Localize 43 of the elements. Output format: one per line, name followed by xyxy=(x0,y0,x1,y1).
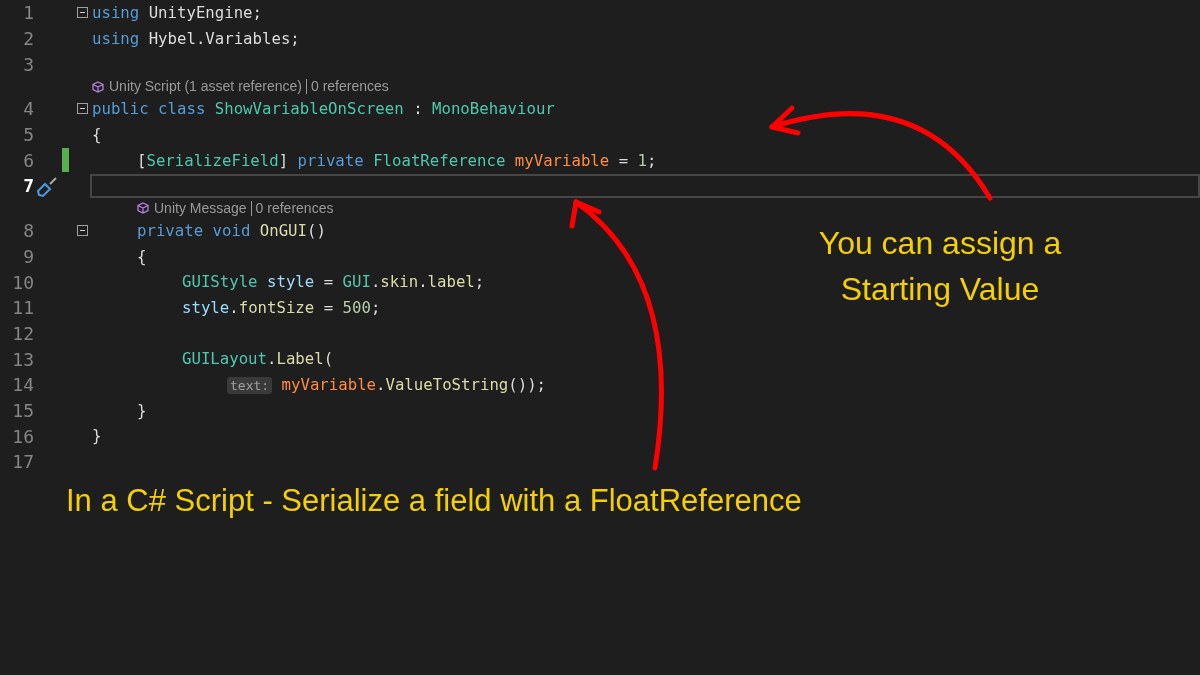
annotation-text: Starting Value xyxy=(840,270,1040,309)
line-number: 6 xyxy=(23,149,34,171)
line-number: 13 xyxy=(12,348,34,370)
line-number: 9 xyxy=(23,245,34,267)
line-number: 11 xyxy=(12,297,34,319)
cube-icon xyxy=(137,202,149,215)
code-line: [SerializeField] private FloatReference myVariable = 1; xyxy=(136,149,657,172)
cube-icon xyxy=(92,80,104,93)
line-number: 2 xyxy=(23,28,34,50)
code-line: text: myVariable.ValueToString()); xyxy=(92,373,547,397)
line-number: 12 xyxy=(12,322,34,344)
code-line: private void OnGUI() xyxy=(136,219,326,242)
code-line: } xyxy=(136,399,147,422)
line-number: 15 xyxy=(12,399,34,421)
line-number: 8 xyxy=(23,220,34,242)
line-number: 3 xyxy=(23,53,34,75)
code-line: } xyxy=(92,425,102,448)
code-line: { xyxy=(92,123,102,146)
collapse-toggle[interactable] xyxy=(76,7,88,19)
line-number: 17 xyxy=(12,451,34,473)
line-number: 1 xyxy=(23,2,34,24)
annotation-text: You can assign a xyxy=(818,224,1062,263)
line-number: 4 xyxy=(23,98,34,120)
line-number: 10 xyxy=(12,271,34,293)
caption-text: In a C# Script - Serialize a field with a FloatReference xyxy=(66,482,802,520)
codelens-label[interactable]: Unity Script (1 asset reference) xyxy=(109,76,302,98)
code-line: using Hybel.Variables; xyxy=(92,27,300,50)
code-line: using UnityEngine; xyxy=(92,2,262,25)
codelens-label[interactable]: Unity Message xyxy=(154,197,247,219)
code-line: { xyxy=(136,245,147,268)
code-line: GUILayout.Label( xyxy=(181,348,334,371)
code-line: style.fontSize = 500; xyxy=(181,296,381,319)
line-number: 5 xyxy=(23,124,34,146)
collapse-toggle[interactable] xyxy=(76,225,88,237)
code-line: public class ShowVariableOnScreen : MonoBehaviour xyxy=(92,98,555,121)
codelens-label[interactable]: 0 references xyxy=(310,76,389,98)
inline-hint: text: xyxy=(227,376,273,394)
collapse-toggle[interactable] xyxy=(76,103,88,115)
line-number: 16 xyxy=(12,425,34,447)
codelens-label[interactable]: 0 references xyxy=(255,197,334,219)
line-number: 14 xyxy=(12,374,34,396)
line-number: 7 xyxy=(23,175,34,197)
code-line: GUIStyle style = GUI.skin.label; xyxy=(181,271,485,294)
